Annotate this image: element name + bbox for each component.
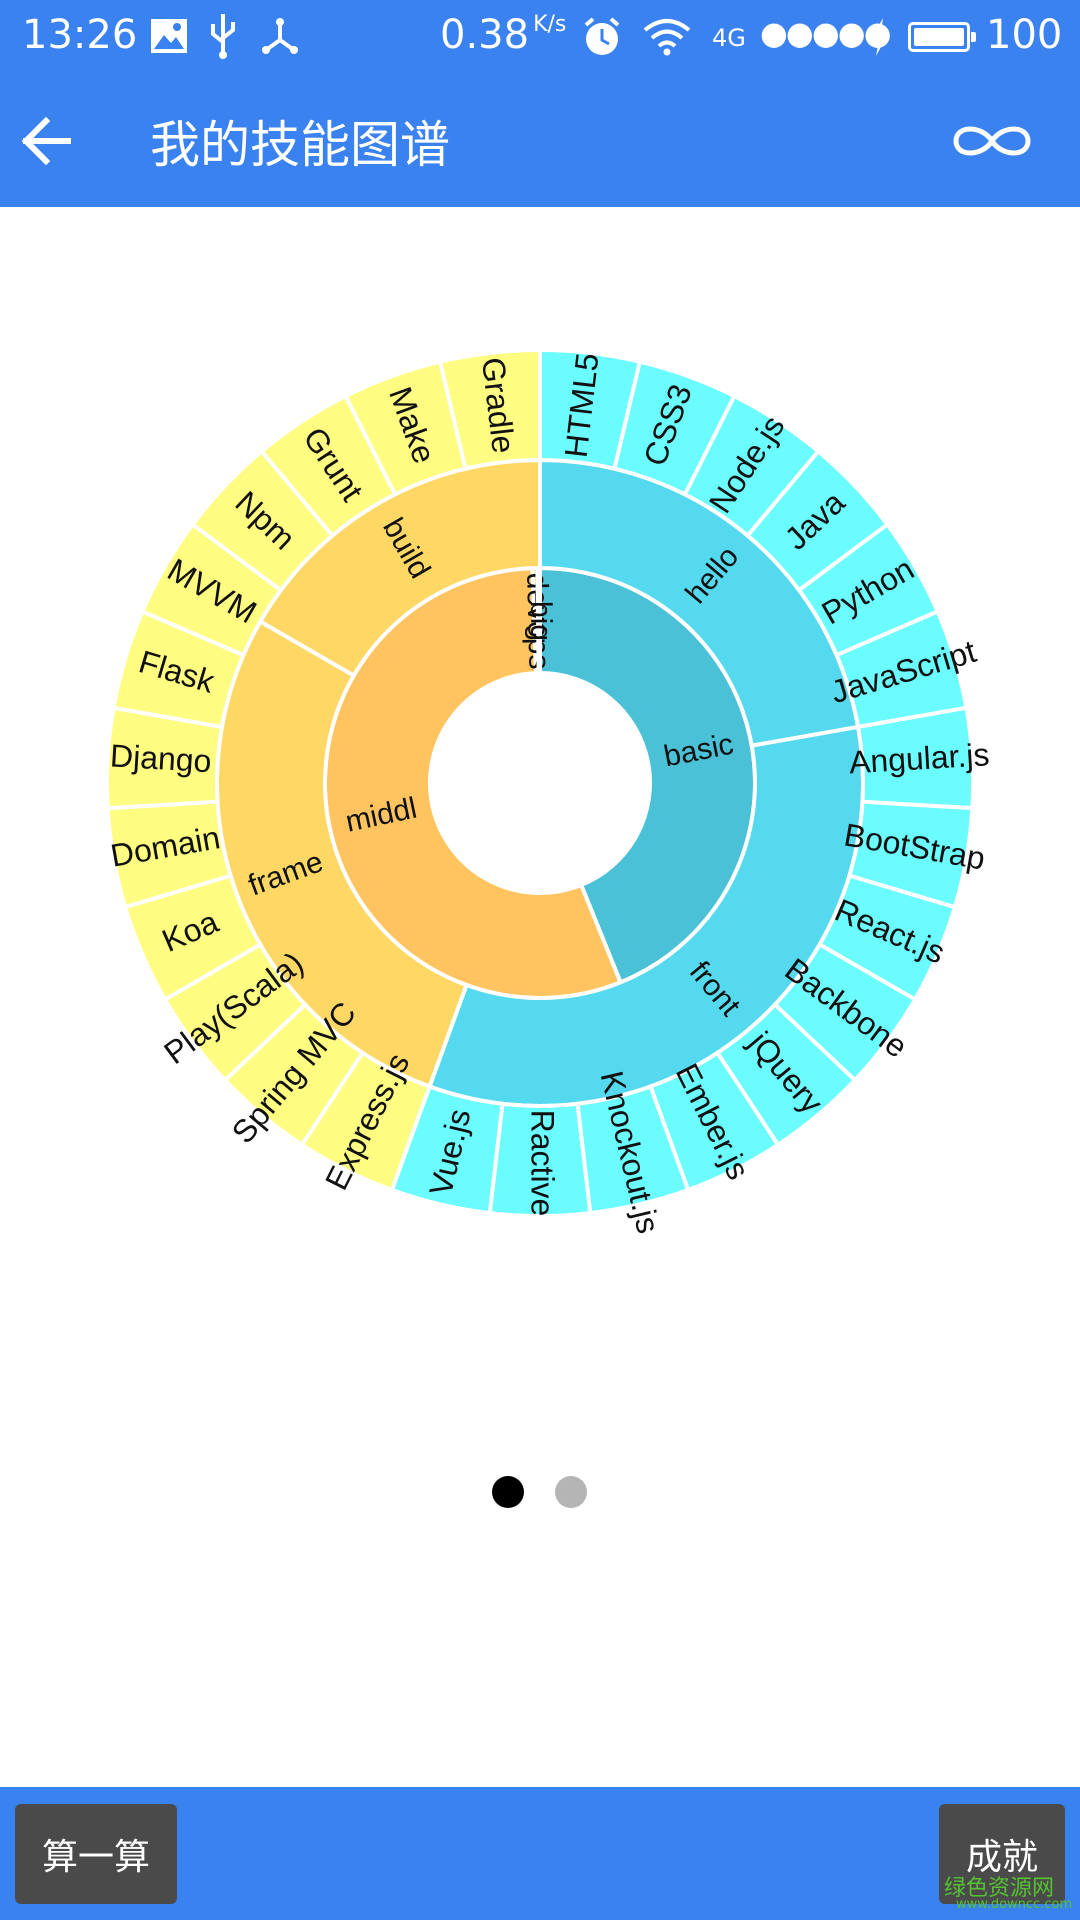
wifi-icon — [643, 19, 691, 56]
outer-label-13: Ractive — [525, 1110, 561, 1217]
status-time: 13:26 — [22, 12, 138, 58]
image-icon — [151, 19, 187, 53]
page-dot[interactable] — [555, 1476, 587, 1508]
page-title: 我的技能图谱 — [150, 116, 450, 174]
inner-label-3: big — [524, 601, 557, 641]
page-indicator — [0, 1476, 1080, 1516]
outer-label-20: Django — [109, 737, 212, 779]
battery-icon — [908, 22, 976, 52]
infinity-icon[interactable] — [950, 113, 1034, 169]
network-type: 4G — [712, 24, 746, 52]
charging-icon — [871, 18, 889, 56]
bottom-bar: 算一算 成就 — [0, 1787, 1080, 1920]
share-hub-icon — [262, 18, 298, 54]
alarm-icon — [584, 17, 620, 55]
usb-icon — [211, 14, 235, 59]
watermark-url: www.downcc.com — [956, 1897, 1073, 1912]
app-bar: 我的技能图谱 — [0, 75, 1080, 207]
page-dot-active[interactable] — [492, 1476, 524, 1508]
skill-sunburst: basicmiddldevopsbighellofrontframebuildH… — [105, 347, 990, 1237]
chart-center-hole — [432, 675, 648, 891]
arrow-left-icon[interactable] — [18, 111, 78, 171]
skill-chart: basicmiddldevopsbighellofrontframebuildH… — [0, 207, 1080, 1387]
calculate-button[interactable]: 算一算 — [15, 1804, 177, 1904]
status-bar: 13:26 0.38 K/s 4G ●●●●● 100 — [0, 0, 1080, 75]
network-speed: 0.38 K/s — [440, 12, 567, 58]
battery-level: 100 — [986, 12, 1063, 58]
